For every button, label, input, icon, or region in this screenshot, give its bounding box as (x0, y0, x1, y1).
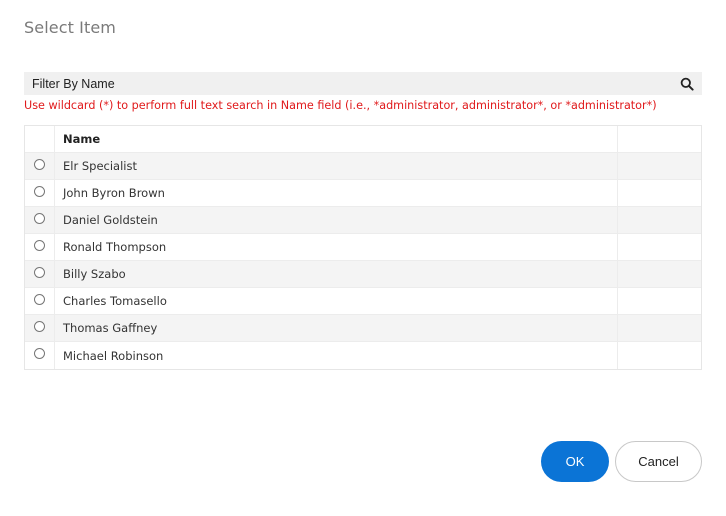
row-radio[interactable] (34, 239, 45, 251)
header-extra-cell (618, 126, 701, 152)
table-row[interactable]: Charles Tomasello (25, 288, 701, 315)
table-header: Name (25, 126, 701, 153)
table-row[interactable]: Billy Szabo (25, 261, 701, 288)
row-name: John Byron Brown (55, 180, 618, 206)
header-select-cell (25, 126, 55, 152)
filter-name-input[interactable] (24, 72, 664, 95)
row-name: Thomas Gaffney (55, 315, 618, 341)
table-row[interactable]: John Byron Brown (25, 180, 701, 207)
cancel-button[interactable]: Cancel (615, 441, 702, 482)
ok-button[interactable]: OK (541, 441, 609, 482)
table-row[interactable]: Daniel Goldstein (25, 207, 701, 234)
row-radio[interactable] (34, 158, 45, 170)
row-name: Michael Robinson (55, 342, 618, 369)
table-row[interactable]: Michael Robinson (25, 342, 701, 369)
row-radio[interactable] (34, 266, 45, 278)
column-header-name[interactable]: Name (55, 126, 618, 152)
table-row[interactable]: Ronald Thompson (25, 234, 701, 261)
row-name: Elr Specialist (55, 153, 618, 179)
row-radio[interactable] (34, 293, 45, 305)
row-radio[interactable] (34, 185, 45, 197)
wildcard-hint: Use wildcard (*) to perform full text se… (24, 99, 657, 112)
row-name: Billy Szabo (55, 261, 618, 287)
row-name: Charles Tomasello (55, 288, 618, 314)
dialog-title: Select Item (24, 18, 116, 37)
item-table: Name Elr Specialist John Byron Brown Dan… (24, 125, 702, 370)
table-row[interactable]: Elr Specialist (25, 153, 701, 180)
row-radio[interactable] (34, 348, 45, 359)
row-name: Ronald Thompson (55, 234, 618, 260)
search-icon[interactable] (680, 77, 694, 91)
table-row[interactable]: Thomas Gaffney (25, 315, 701, 342)
row-radio[interactable] (34, 320, 45, 332)
filter-bar (24, 72, 702, 95)
row-name: Daniel Goldstein (55, 207, 618, 233)
row-radio[interactable] (34, 212, 45, 224)
